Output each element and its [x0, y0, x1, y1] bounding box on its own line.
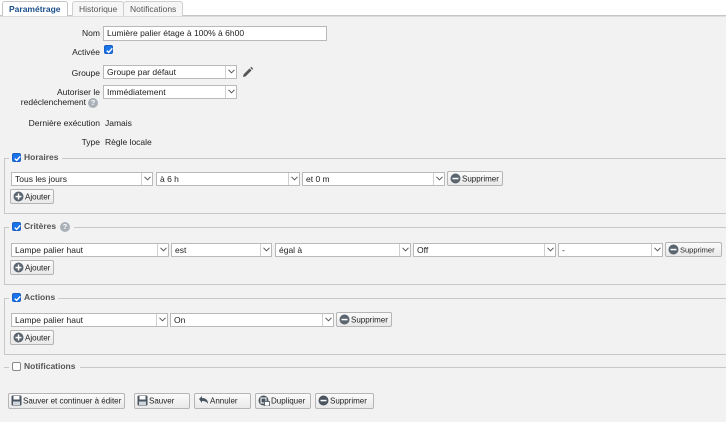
schedule-hour-select[interactable]: à 6 h — [156, 172, 300, 186]
fieldset-border — [4, 298, 5, 354]
chevron-down-icon — [225, 86, 236, 98]
criteria-extra-value: - — [562, 245, 565, 255]
retrigger-select[interactable]: Immédiatement — [103, 85, 237, 99]
last-exec-value: Jamais — [105, 118, 132, 128]
floppy-disk-icon — [137, 395, 148, 406]
chevron-down-icon — [156, 314, 167, 326]
action-device-value: Lampe palier haut — [15, 315, 84, 325]
schedule-minute-select[interactable]: et 0 m — [302, 172, 445, 186]
minus-circle-icon — [450, 173, 461, 184]
plus-circle-icon — [13, 332, 24, 343]
chevron-down-icon — [141, 173, 152, 185]
settings-panel: Nom Lumière palier étage à 100% à 6h00 A… — [0, 16, 726, 422]
chevron-down-icon — [322, 314, 333, 326]
action-value-select[interactable]: On — [170, 313, 334, 327]
schedule-add-button[interactable]: Ajouter — [10, 189, 55, 204]
tab-parametrage[interactable]: Paramétrage — [2, 1, 68, 17]
chevron-down-icon — [288, 173, 299, 185]
criteria-remove-button[interactable]: Supprimer — [665, 242, 722, 257]
help-icon[interactable]: ? — [60, 222, 70, 232]
chevron-down-icon — [225, 66, 236, 78]
retrigger-label-line2: redéclenchement — [20, 97, 86, 107]
minus-circle-icon — [339, 314, 350, 325]
name-input[interactable]: Lumière palier étage à 100% à 6h00 — [103, 26, 327, 41]
plus-circle-icon — [13, 262, 24, 273]
chevron-down-icon — [433, 173, 444, 185]
group-select[interactable]: Groupe par défaut — [103, 65, 237, 79]
criteria-checkbox[interactable] — [12, 222, 21, 231]
plus-circle-icon — [13, 191, 24, 202]
schedule-hour-value: à 6 h — [160, 174, 179, 184]
fieldset-border — [4, 158, 5, 213]
enabled-checkbox[interactable] — [104, 45, 113, 54]
criteria-value-value: Off — [417, 245, 429, 255]
delete-button[interactable]: Supprimer — [315, 393, 374, 409]
tab-notifications[interactable]: Notifications — [123, 1, 184, 16]
retrigger-select-value: Immédiatement — [107, 87, 166, 97]
action-add-button[interactable]: Ajouter — [10, 330, 55, 345]
floppy-disk-icon — [11, 395, 22, 406]
action-value-value: On — [174, 315, 186, 325]
schedule-remove-button[interactable]: Supprimer — [447, 171, 503, 186]
minus-circle-icon — [318, 395, 329, 406]
undo-arrow-icon — [197, 395, 209, 406]
type-label: Type — [81, 137, 100, 147]
chevron-down-icon — [544, 244, 555, 256]
chevron-down-icon — [399, 244, 410, 256]
fieldset-border — [80, 367, 726, 368]
criteria-device-value: Lampe palier haut — [15, 245, 84, 255]
edit-pencil-icon[interactable] — [241, 66, 254, 81]
enabled-label: Activée — [72, 47, 100, 57]
cancel-button[interactable]: Annuler — [194, 393, 251, 409]
actions-legend: Actions — [24, 292, 56, 302]
schedules-checkbox[interactable] — [12, 153, 21, 162]
criteria-legend: Critères — [24, 221, 57, 231]
fieldset-border — [4, 354, 726, 355]
fieldset-border — [4, 213, 726, 214]
chevron-down-icon — [651, 244, 662, 256]
schedules-legend: Horaires — [24, 152, 59, 162]
fieldset-border — [58, 298, 726, 299]
schedule-day-value: Tous les jours — [15, 174, 67, 184]
help-icon[interactable]: ? — [88, 98, 98, 108]
group-select-value: Groupe par défaut — [107, 67, 176, 77]
notifications-legend: Notifications — [24, 361, 76, 371]
action-remove-button[interactable]: Supprimer — [336, 312, 392, 327]
criteria-device-select[interactable]: Lampe palier haut — [11, 243, 169, 257]
criteria-add-button[interactable]: Ajouter — [10, 260, 55, 275]
criteria-property-select[interactable]: est — [171, 243, 272, 257]
name-label: Nom — [82, 28, 100, 38]
actions-checkbox[interactable] — [12, 293, 21, 302]
type-value: Règle locale — [105, 137, 152, 147]
criteria-extra-select[interactable]: - — [558, 243, 663, 257]
duplicate-copy-icon — [258, 395, 270, 407]
fieldset-border — [4, 367, 9, 368]
group-label: Groupe — [71, 68, 100, 78]
criteria-property-value: est — [175, 245, 187, 255]
fieldset-border — [74, 227, 726, 228]
tab-historique[interactable]: Historique — [72, 1, 125, 16]
chevron-down-icon — [157, 244, 168, 256]
schedule-minute-value: et 0 m — [306, 174, 330, 184]
schedule-day-select[interactable]: Tous les jours — [11, 172, 153, 186]
criteria-operator-value: égal à — [279, 245, 303, 255]
fieldset-border — [4, 227, 5, 284]
last-exec-label: Dernière exécution — [28, 118, 100, 128]
duplicate-button[interactable]: Dupliquer — [255, 393, 311, 409]
minus-circle-icon — [668, 244, 679, 255]
notifications-checkbox[interactable] — [12, 362, 21, 371]
action-device-select[interactable]: Lampe palier haut — [11, 313, 168, 327]
chevron-down-icon — [260, 244, 271, 256]
criteria-value-select[interactable]: Off — [413, 243, 556, 257]
criteria-operator-select[interactable]: égal à — [275, 243, 411, 257]
save-continue-button[interactable]: Sauver et continuer à éditer — [8, 393, 126, 409]
fieldset-border — [62, 158, 726, 159]
tab-bar: Paramétrage Historique Notifications — [0, 0, 726, 17]
fieldset-border — [4, 284, 726, 285]
save-button[interactable]: Sauver — [134, 393, 190, 409]
